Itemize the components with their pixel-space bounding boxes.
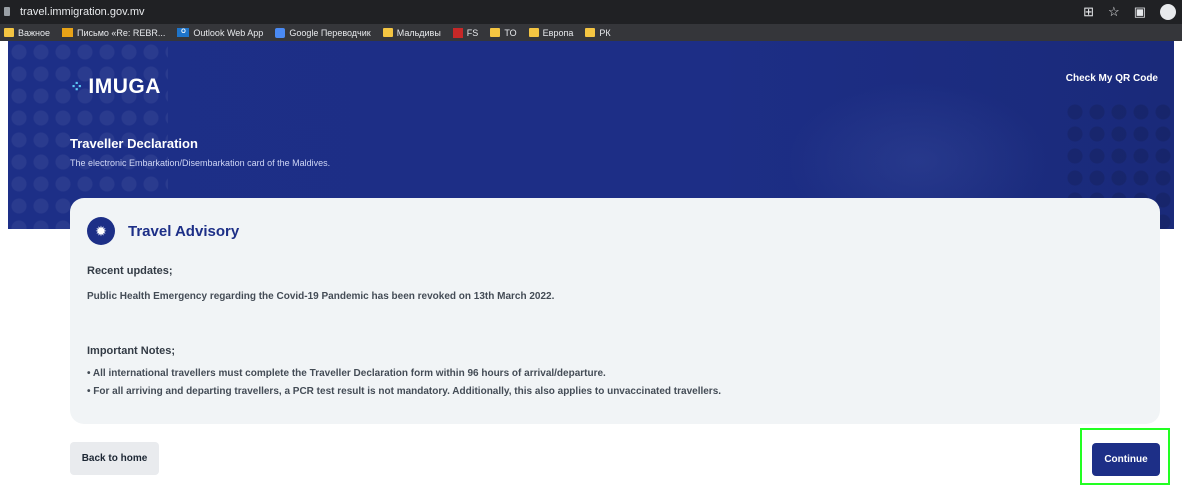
lock-icon[interactable]	[4, 7, 10, 16]
bookmark-item[interactable]: TO	[490, 28, 517, 38]
bookmark-item[interactable]: РК	[585, 28, 611, 38]
bookmark-item[interactable]: O Outlook Web App	[177, 28, 263, 38]
translate-icon[interactable]: ⊞	[1083, 3, 1094, 21]
bookmark-item[interactable]: Письмо «Re: REBR...	[62, 28, 165, 38]
folder-icon	[4, 28, 14, 37]
continue-highlight: Continue	[1080, 428, 1170, 485]
bookmark-item[interactable]: Европа	[528, 28, 573, 38]
folder-icon	[528, 28, 539, 37]
browser-toolbar-icons: ⊞ ☆ ▣	[1083, 3, 1176, 21]
folder-icon	[585, 28, 596, 37]
recent-updates-text: Public Health Emergency regarding the Co…	[87, 291, 555, 302]
address-bar[interactable]: travel.immigration.gov.mv ⊞ ☆ ▣	[0, 0, 1182, 24]
url-text[interactable]: travel.immigration.gov.mv	[20, 6, 145, 18]
imuga-logo[interactable]: ⁘ IMUGA	[70, 75, 161, 99]
logo-mark-icon: ⁘	[70, 79, 83, 96]
page-subtitle: The electronic Embarkation/Disembarkatio…	[70, 158, 331, 168]
virus-icon: ✹	[87, 217, 115, 245]
bookmark-item[interactable]: Google Переводчик	[275, 27, 371, 38]
note-item: • For all arriving and departing travell…	[87, 386, 722, 397]
important-notes-heading: Important Notes;	[87, 345, 175, 357]
check-qr-link[interactable]: Check My QR Code	[1066, 73, 1158, 84]
bookmark-item[interactable]: Важное	[4, 28, 50, 38]
travel-advisory-card: ✹ Travel Advisory Recent updates; Public…	[70, 198, 1160, 424]
bookmark-item[interactable]: FS	[452, 27, 478, 38]
page-title: Traveller Declaration	[70, 136, 198, 151]
folder-icon	[490, 28, 501, 37]
continue-button[interactable]: Continue	[1092, 443, 1160, 476]
folder-icon	[382, 28, 393, 37]
bookmarks-bar: Важное Письмо «Re: REBR... O Outlook Web …	[0, 24, 1182, 41]
note-item: • All international travellers must comp…	[87, 368, 606, 379]
bookmark-item[interactable]: Мальдивы	[382, 28, 441, 38]
bookmark-star-icon[interactable]: ☆	[1108, 3, 1120, 21]
outlook-icon: O	[177, 28, 190, 37]
card-title: Travel Advisory	[128, 222, 240, 240]
back-to-home-button[interactable]: Back to home	[70, 442, 159, 475]
side-panel-icon[interactable]: ▣	[1134, 3, 1146, 21]
logo-text: IMUGA	[88, 75, 161, 98]
fs-icon	[452, 27, 463, 38]
recent-updates-heading: Recent updates;	[87, 265, 173, 277]
card-header: ✹ Travel Advisory	[87, 217, 239, 245]
mail-icon	[62, 28, 74, 37]
profile-avatar-icon[interactable]	[1160, 4, 1176, 20]
google-translate-icon	[275, 27, 286, 38]
